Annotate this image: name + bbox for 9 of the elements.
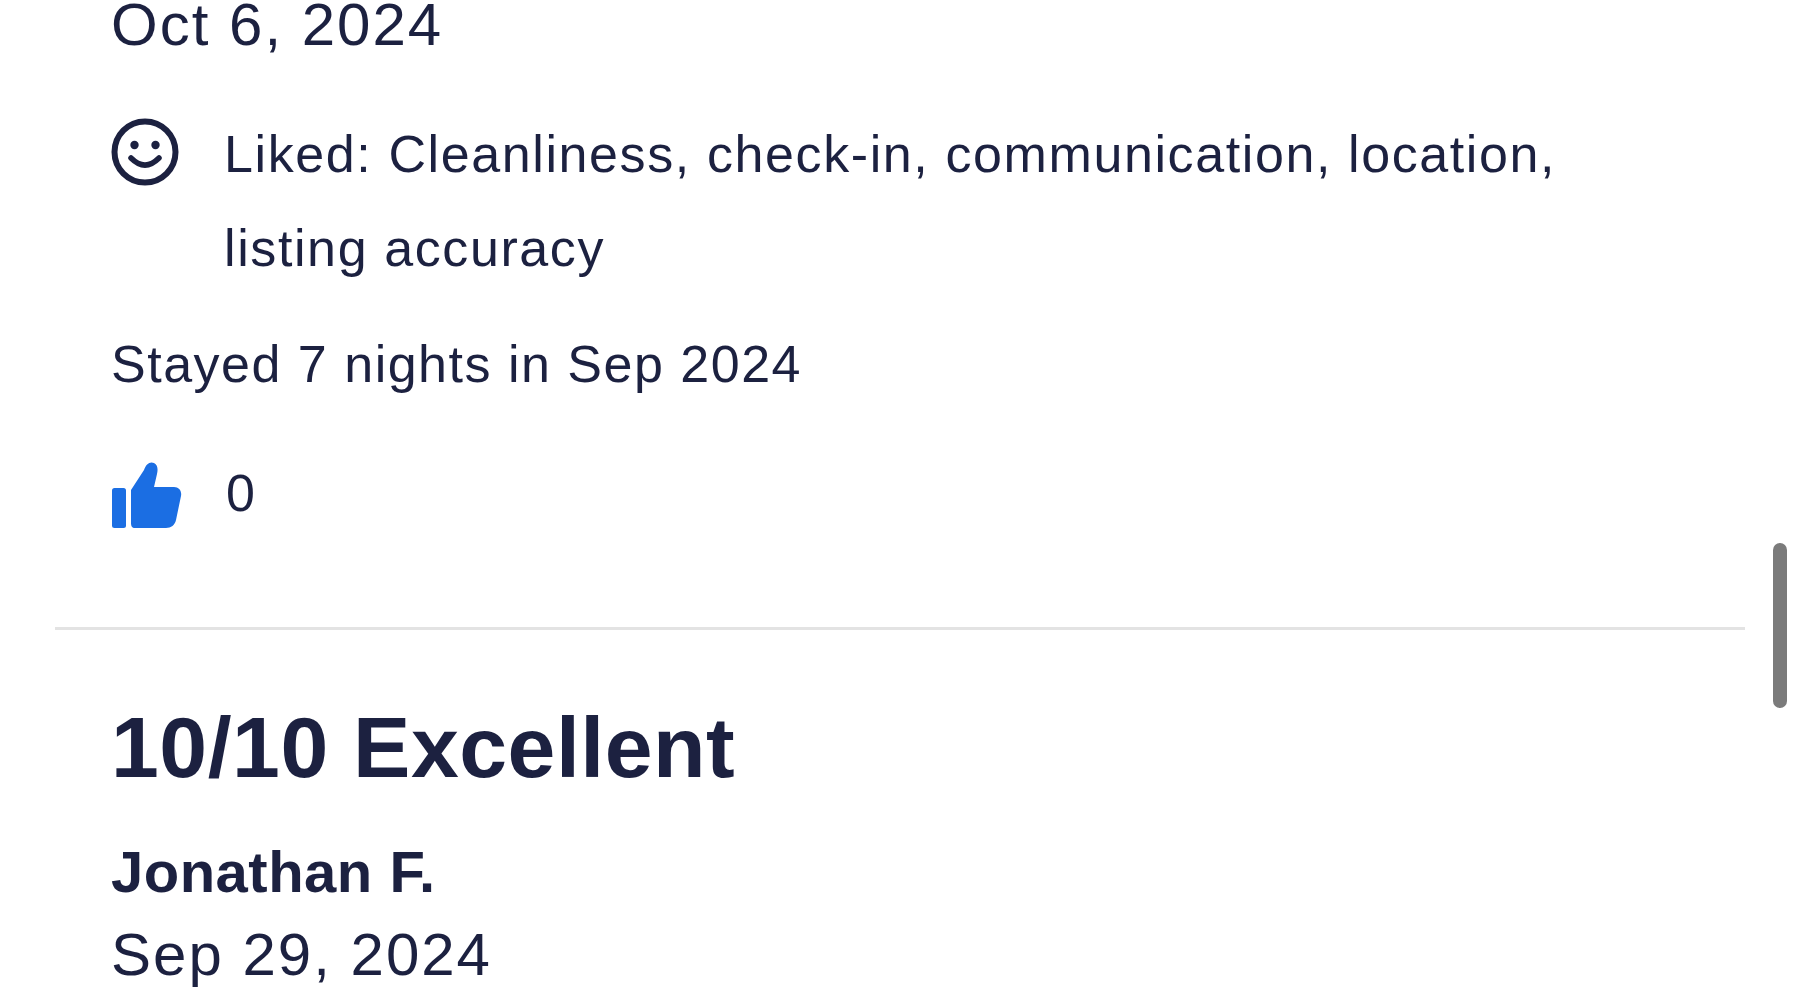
review-date: Sep 29, 2024 — [111, 922, 492, 988]
reviewer-name: Jonathan F. — [111, 839, 436, 905]
smiley-face-icon — [111, 118, 179, 186]
helpful-count: 0 — [226, 463, 257, 524]
rating-heading: 10/10 Excellent — [111, 699, 736, 795]
scrollbar-thumb[interactable] — [1773, 543, 1787, 708]
liked-text: Liked: Cleanliness, check-in, communication, location, listing accuracy — [224, 124, 1558, 279]
stay-info: Stayed 7 nights in Sep 2024 — [111, 334, 802, 395]
thumbs-up-icon[interactable] — [111, 461, 182, 528]
